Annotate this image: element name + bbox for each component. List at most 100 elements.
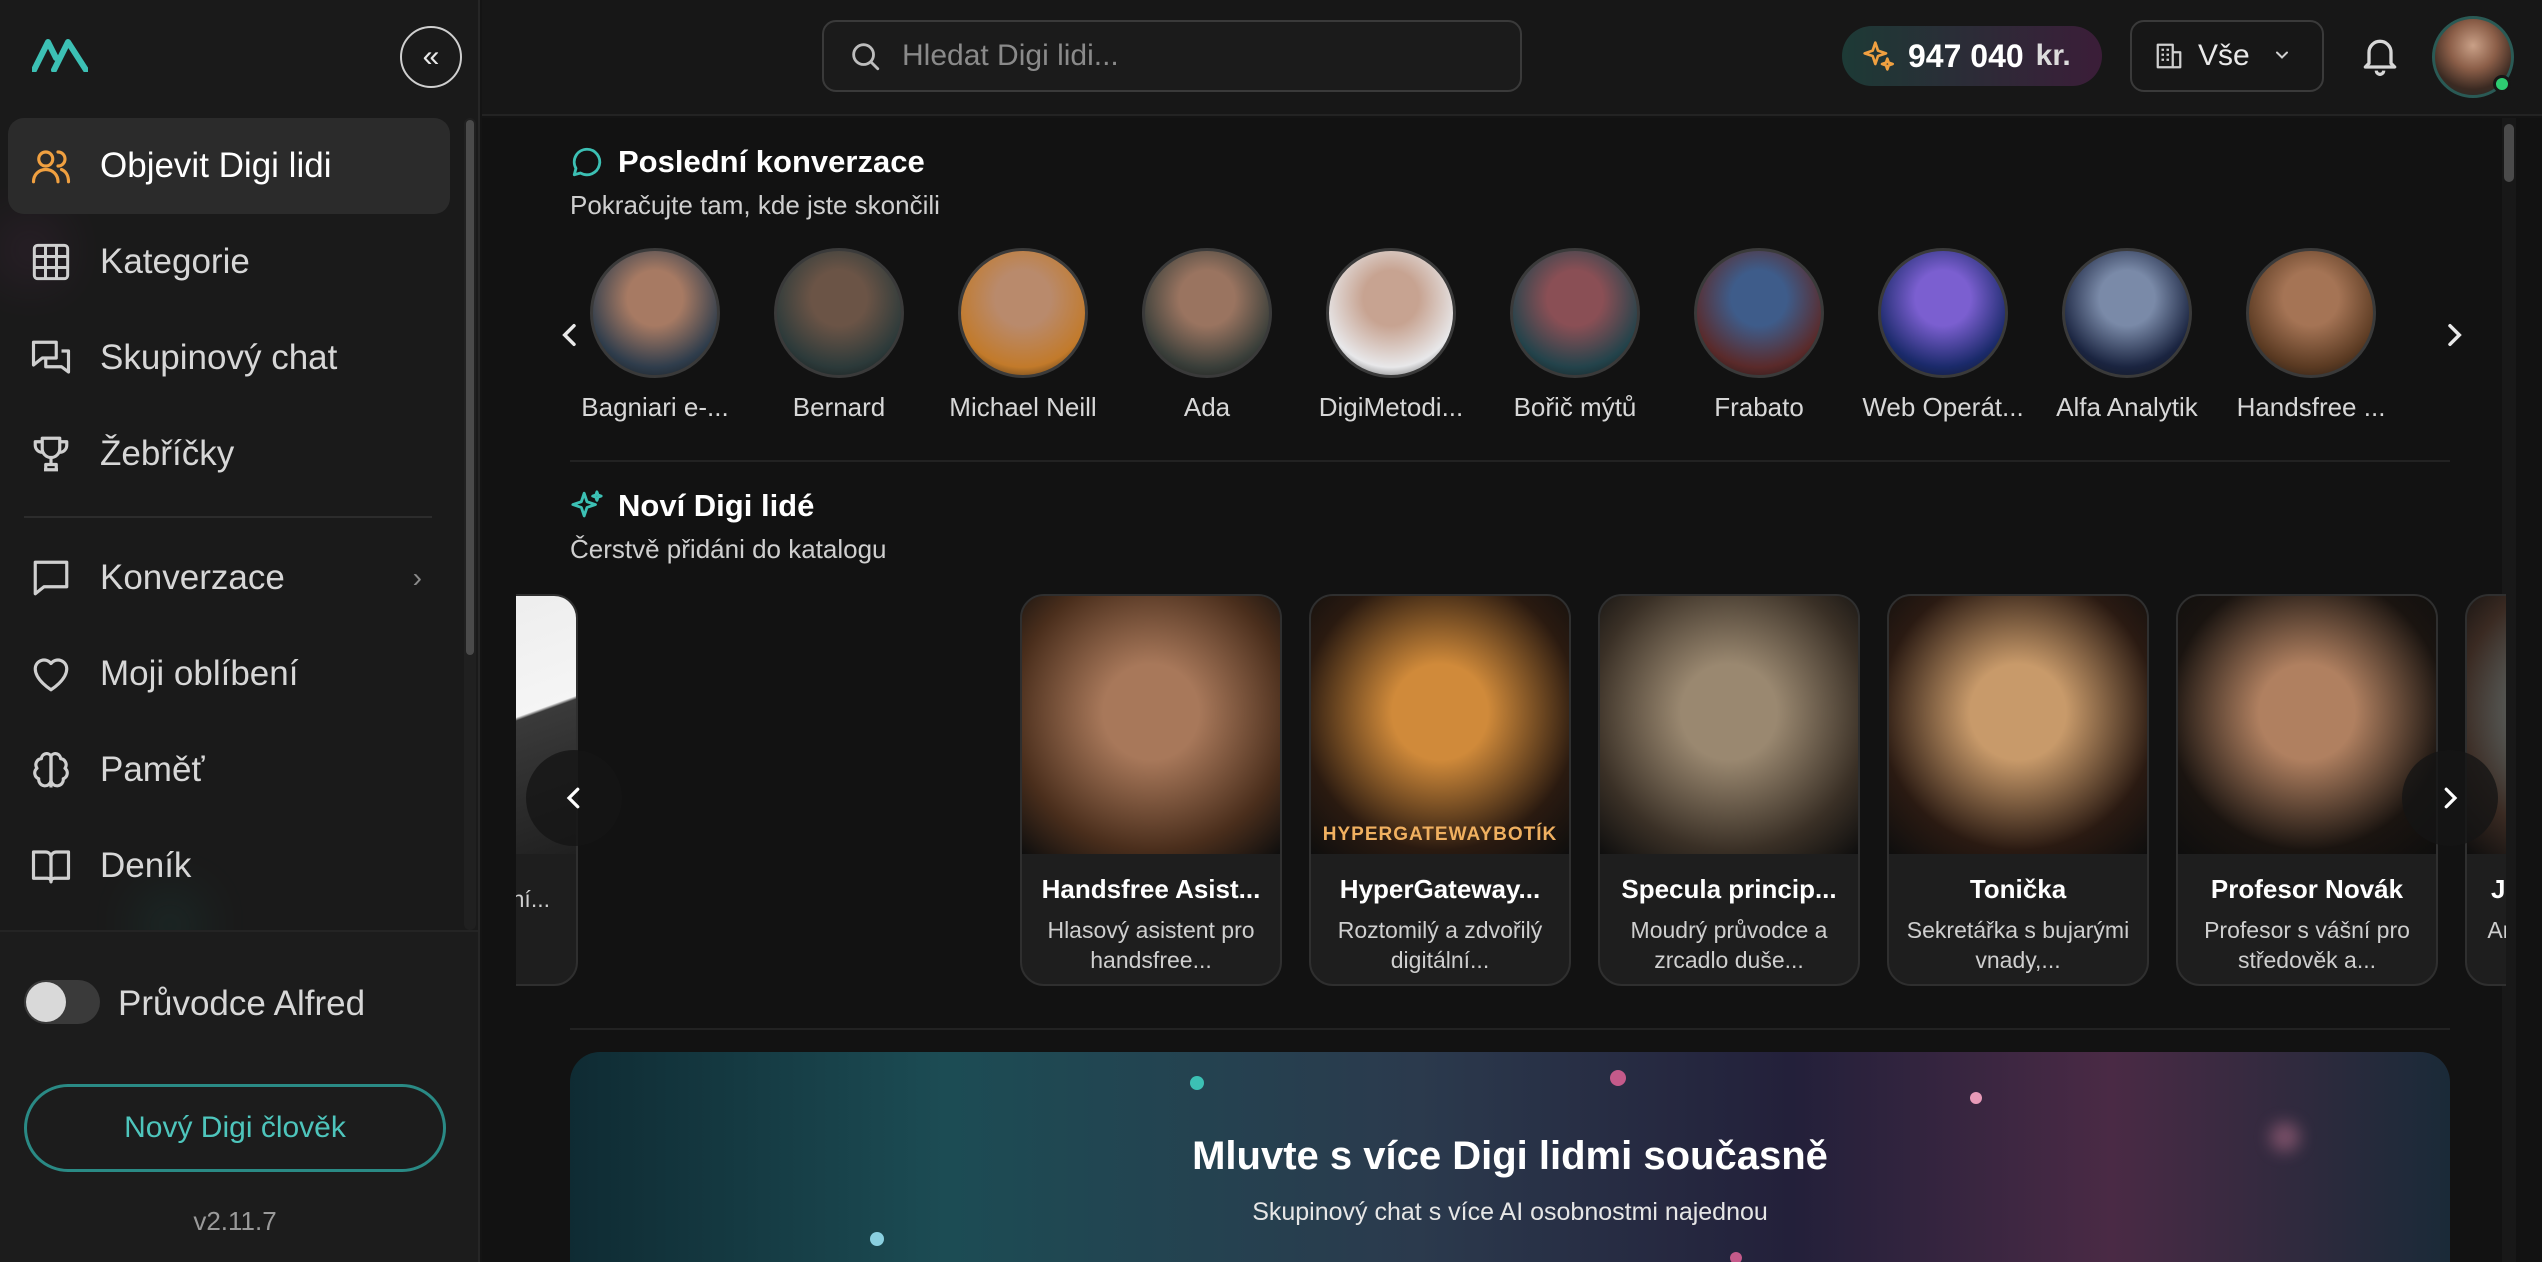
recent-conversation-item[interactable]: Bernard bbox=[754, 248, 924, 423]
collapse-sidebar-button[interactable]: « bbox=[400, 26, 462, 88]
top-header: 947 040 kr. Vše bbox=[482, 0, 2542, 116]
new-section-title: Noví Digi lidé bbox=[570, 488, 814, 524]
card-image-caption: HYPERGATEWAYBOTÍK bbox=[1322, 824, 1558, 845]
conversation-avatar bbox=[2246, 248, 2376, 378]
search-input[interactable] bbox=[902, 39, 1502, 73]
user-avatar[interactable] bbox=[2432, 16, 2514, 98]
sidebar-scrollbar-thumb[interactable] bbox=[466, 120, 474, 655]
conversation-avatar bbox=[1142, 248, 1272, 378]
brain-icon bbox=[28, 747, 74, 793]
building-icon bbox=[2156, 43, 2182, 69]
conversation-avatar bbox=[774, 248, 904, 378]
conversation-name: DigiMetodi... bbox=[1318, 392, 1464, 422]
new-title-text: Noví Digi lidé bbox=[618, 488, 815, 523]
chevron-right-icon bbox=[2448, 323, 2462, 347]
person-card[interactable]: Handsfree Asist... Hlasový asistent pro h… bbox=[1020, 594, 1282, 986]
chat-bubbles-icon bbox=[28, 335, 74, 381]
new-people-next-button[interactable] bbox=[2402, 750, 2498, 846]
sidebar-item-favorites[interactable]: Moji oblíbení bbox=[8, 626, 450, 722]
decorative-dot bbox=[870, 1232, 884, 1246]
bell-icon[interactable] bbox=[2358, 34, 2402, 78]
sidebar: « Objevit Digi lidi Kategorie Skupinový … bbox=[0, 0, 480, 1262]
card-image bbox=[2178, 596, 2436, 854]
conversation-name: Alfa Analytik bbox=[2056, 392, 2198, 422]
main-scrollbar-thumb[interactable] bbox=[2504, 124, 2514, 182]
sidebar-item-label: Paměť bbox=[100, 750, 205, 789]
chevron-left-icon bbox=[562, 323, 576, 347]
nav-divider bbox=[24, 516, 432, 518]
conversation-name: Frabato bbox=[1714, 392, 1804, 422]
sidebar-footer: Průvodce Alfred Nový Digi člověk v2.11.7 bbox=[0, 930, 478, 1262]
recent-conversation-item[interactable]: Handsfree ... bbox=[2226, 248, 2396, 423]
recent-conversation-item[interactable]: Michael Neill bbox=[938, 248, 1108, 423]
sidebar-item-label: Konverzace bbox=[100, 558, 285, 597]
book-open-icon bbox=[28, 843, 74, 889]
recent-conversations-carousel: Bagniari e-... Bernard Michael Neill Ada Dig… bbox=[570, 248, 2450, 422]
card-title: Specula princip... bbox=[1621, 874, 1837, 904]
card-image: HYPERGATEWAYBOTÍK bbox=[1311, 596, 1569, 854]
app-logo-icon[interactable] bbox=[32, 38, 88, 72]
alfred-guide-toggle[interactable] bbox=[24, 980, 100, 1024]
person-card[interactable]: Profesor Novák Profesor s vášní pro střed… bbox=[2176, 594, 2438, 986]
conversation-name: Web Operát... bbox=[1862, 392, 2024, 422]
message-square-icon bbox=[28, 555, 74, 601]
sidebar-item-categories[interactable]: Kategorie bbox=[8, 214, 450, 310]
credits-badge[interactable]: 947 040 kr. bbox=[1842, 26, 2102, 86]
new-people-prev-button[interactable] bbox=[526, 750, 622, 846]
toggle-knob bbox=[26, 982, 66, 1022]
chevron-down-icon bbox=[2272, 39, 2292, 73]
app-version: v2.11.7 bbox=[193, 1206, 277, 1236]
conversation-name: Bagniari e-... bbox=[581, 392, 729, 422]
sidebar-item-discover[interactable]: Objevit Digi lidi bbox=[8, 118, 450, 214]
sidebar-item-diary[interactable]: Deník bbox=[8, 818, 450, 914]
recent-conversation-item[interactable]: Alfa Analytik bbox=[2042, 248, 2212, 423]
recent-prev-button[interactable] bbox=[554, 316, 586, 361]
recent-conversation-item[interactable]: Frabato bbox=[1674, 248, 1844, 423]
recent-next-button[interactable] bbox=[2438, 316, 2470, 361]
card-title: HyperGateway... bbox=[1339, 874, 1541, 904]
recent-conversation-item[interactable]: Ada bbox=[1122, 248, 1292, 423]
chat-bubble-icon bbox=[572, 147, 602, 177]
sidebar-item-memory[interactable]: Paměť bbox=[8, 722, 450, 818]
recent-title-text: Poslední konverzace bbox=[618, 144, 925, 179]
conversation-name: Bořič mýtů bbox=[1513, 392, 1637, 422]
conversation-name: Bernard bbox=[792, 392, 886, 422]
recent-conversation-item[interactable]: DigiMetodi... bbox=[1306, 248, 1476, 423]
sidebar-item-group-chat[interactable]: Skupinový chat bbox=[8, 310, 450, 406]
new-digi-person-button[interactable]: Nový Digi člověk bbox=[24, 1084, 446, 1172]
card-title: Tonička bbox=[1969, 874, 2067, 904]
section-divider bbox=[570, 460, 2450, 462]
double-chevron-left-icon: « bbox=[422, 40, 440, 73]
sparkles-icon bbox=[1863, 41, 1894, 71]
heart-icon bbox=[28, 651, 74, 697]
conversation-avatar bbox=[2062, 248, 2192, 378]
sidebar-item-label: Skupinový chat bbox=[100, 338, 338, 377]
person-card[interactable]: Tonička Sekretářka s bujarými vnady,... bbox=[1887, 594, 2149, 986]
card-image bbox=[1600, 596, 1858, 854]
banner-subtitle: Skupinový chat s více AI osobnostmi naje… bbox=[1252, 1198, 1768, 1226]
conversation-avatar bbox=[1878, 248, 2008, 378]
search-icon bbox=[852, 43, 880, 71]
chevron-right-icon bbox=[2444, 787, 2458, 809]
recent-conversation-item[interactable]: Web Operát... bbox=[1858, 248, 2028, 423]
sidebar-item-label: Žebříčky bbox=[100, 434, 235, 473]
search-box[interactable] bbox=[822, 20, 1522, 92]
decorative-dot bbox=[1730, 1252, 1742, 1262]
card-description: Anglický malíř známý pro obrazy... bbox=[2487, 917, 2506, 943]
sidebar-item-conversations[interactable]: Konverzace › bbox=[8, 530, 450, 626]
alfred-guide-label: Průvodce Alfred bbox=[118, 984, 366, 1023]
recent-conversation-item[interactable]: Bagniari e-... bbox=[570, 248, 740, 423]
decorative-dot bbox=[1610, 1070, 1626, 1086]
new-section-subtitle: Čerstvě přidáni do katalogu bbox=[570, 534, 887, 564]
person-card[interactable]: HYPERGATEWAYBOTÍK HyperGateway... Roztomil… bbox=[1309, 594, 1571, 986]
card-title: Profesor Novák bbox=[2210, 874, 2404, 904]
decorative-dot bbox=[1970, 1092, 1982, 1104]
conversation-avatar bbox=[590, 248, 720, 378]
card-description: Roztomilý a zdvořilý digitální... bbox=[1337, 917, 1543, 973]
sidebar-item-leaderboards[interactable]: Žebříčky bbox=[8, 406, 450, 502]
workspace-filter-dropdown[interactable]: Vše bbox=[2130, 20, 2324, 92]
person-card[interactable]: Specula princip... Moudrý průvodce a zrca… bbox=[1598, 594, 1860, 986]
card-description: Moudrý průvodce a zrcadlo duše... bbox=[1630, 917, 1828, 973]
group-chat-promo-banner[interactable]: Mluvte s více Digi lidmi současně Skupin… bbox=[570, 1052, 2450, 1262]
recent-conversation-item[interactable]: Bořič mýtů bbox=[1490, 248, 1660, 423]
